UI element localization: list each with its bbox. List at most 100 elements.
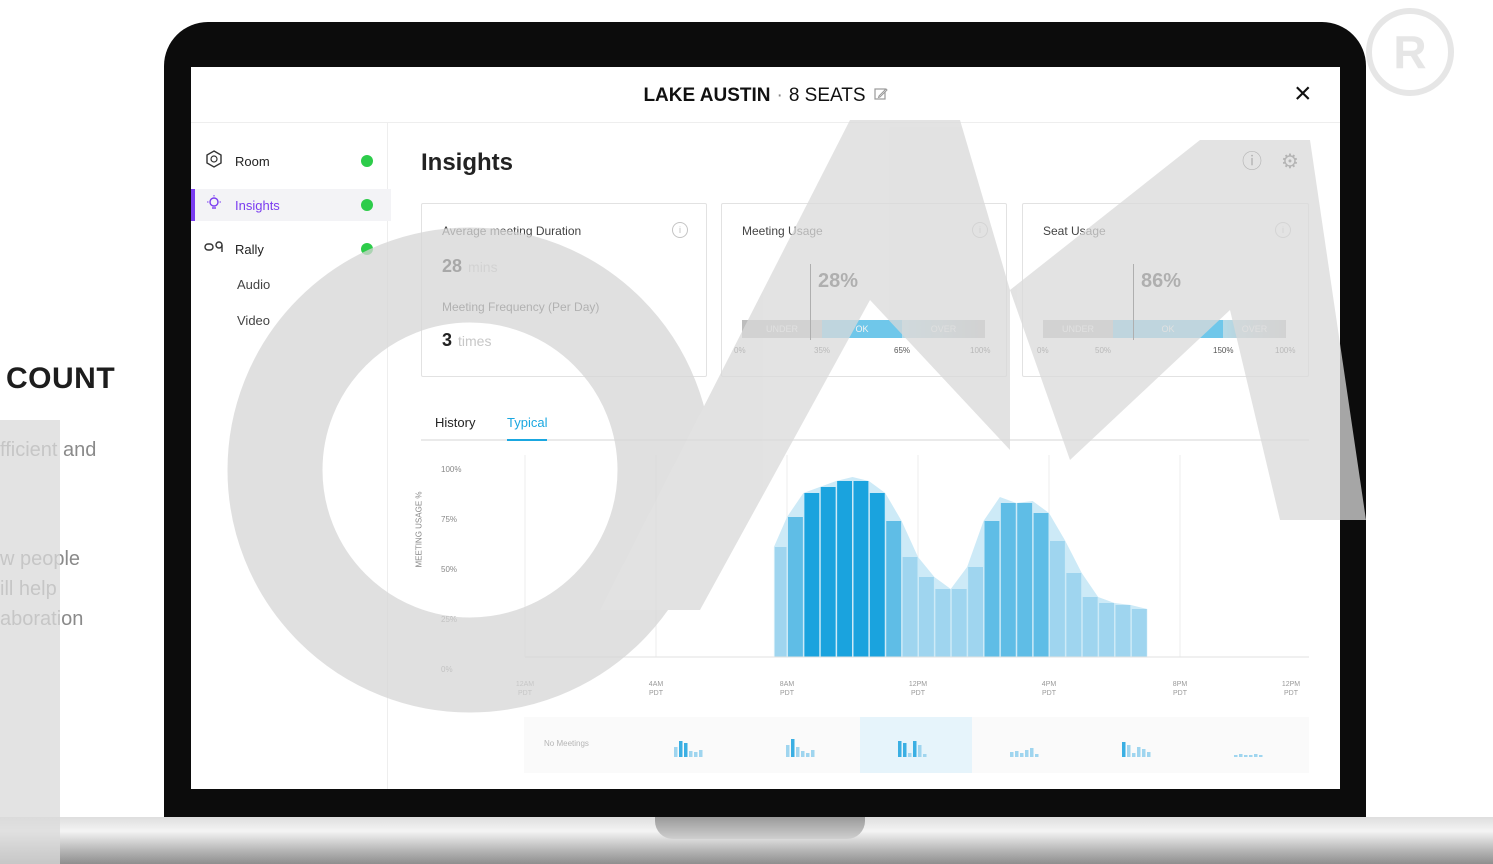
x-tick-label: 4AM PDT <box>648 681 664 697</box>
status-online-dot <box>361 155 373 167</box>
tab-history[interactable]: History <box>435 415 475 439</box>
rally-icon <box>203 240 225 259</box>
meeting-usage-value: 28% <box>818 270 859 292</box>
room-title: LAKE AUSTIN · 8 SEATS <box>191 85 1340 107</box>
usage-bar[interactable] <box>951 589 967 657</box>
sparkline-bar <box>786 745 790 757</box>
day-strip: No Meetings <box>524 717 1309 773</box>
sidebar-subitem-video[interactable]: Video <box>237 313 270 328</box>
sparkline-bar <box>684 743 688 757</box>
registered-mark-icon: R <box>1366 8 1454 96</box>
seat-usage-value: 86% <box>1141 270 1182 292</box>
sidebar-item-insights[interactable]: Insights <box>191 189 391 221</box>
sidebar-item-rally[interactable]: Rally <box>191 233 387 265</box>
sparkline-bar <box>806 753 810 757</box>
bar-tick: 65% <box>894 346 911 355</box>
x-tick-label: 4PM PDT <box>1041 681 1057 697</box>
sparkline-bar <box>923 754 927 757</box>
bar-tick: 0% <box>734 346 746 355</box>
info-icon[interactable]: ⓘ <box>1241 151 1263 173</box>
sidebar-item-room[interactable]: Room <box>191 145 387 177</box>
title-separator: · <box>776 85 783 106</box>
sparkline-bar <box>903 743 907 757</box>
sparkline-bar <box>918 745 922 757</box>
usage-bar[interactable] <box>869 493 885 657</box>
section-paragraph-2: w people ill help aboration <box>0 544 83 634</box>
usage-bar[interactable] <box>1050 541 1065 657</box>
gear-icon[interactable]: ⚙ <box>1279 151 1301 173</box>
usage-bar[interactable] <box>837 481 852 657</box>
x-tick-label: 12PM PDT <box>908 681 928 697</box>
usage-bar[interactable] <box>1017 503 1033 657</box>
view-tabs: History Typical <box>421 415 1309 441</box>
info-icon[interactable]: i <box>672 222 688 238</box>
sparkline-bar <box>1010 752 1014 757</box>
usage-bar[interactable] <box>1000 503 1016 657</box>
sparkline-bar <box>1254 754 1258 757</box>
sidebar-item-label: Insights <box>235 197 280 213</box>
info-icon[interactable]: i <box>972 222 988 238</box>
usage-segment-ok: OK <box>1113 320 1223 338</box>
x-tick-label: 12AM PDT <box>515 681 535 697</box>
sparkline-bar <box>913 741 917 757</box>
frequency-label: Meeting Frequency (Per Day) <box>442 300 600 314</box>
sparkline-bar <box>801 751 805 757</box>
card-label: Average meeting Duration <box>442 224 582 238</box>
usage-bar: UNDER OK OVER <box>1043 320 1286 338</box>
info-icon[interactable]: i <box>1275 222 1291 238</box>
usage-bar[interactable] <box>1099 603 1114 657</box>
usage-bar[interactable] <box>1131 609 1147 657</box>
usage-bar[interactable] <box>968 567 983 657</box>
x-tick-label: 12PM PDT <box>1281 681 1301 697</box>
app-screen: LAKE AUSTIN · 8 SEATS × Room Insights Rall… <box>191 67 1340 789</box>
usage-bar[interactable] <box>902 557 918 657</box>
sparkline-bar <box>694 752 698 757</box>
sparkline-bar <box>1142 749 1146 757</box>
room-name: LAKE AUSTIN <box>643 85 771 106</box>
bar-tick: 50% <box>1095 346 1112 355</box>
status-online-dot <box>361 243 373 255</box>
usage-bar[interactable] <box>1033 513 1049 657</box>
sparkline-bar <box>1137 747 1141 757</box>
usage-bar[interactable] <box>1115 605 1131 657</box>
usage-bar[interactable] <box>1082 597 1098 657</box>
sidebar-subitem-audio[interactable]: Audio <box>237 277 270 292</box>
usage-bar[interactable] <box>919 577 934 657</box>
sparkline-bar <box>1030 748 1034 757</box>
page-title: Insights <box>421 149 514 176</box>
usage-bar[interactable] <box>935 589 951 657</box>
tab-typical[interactable]: Typical <box>507 415 548 441</box>
usage-segment-over: OVER <box>1223 320 1286 338</box>
sparkline-bar <box>1239 754 1243 757</box>
card-label: Meeting Usage <box>742 224 823 238</box>
close-icon[interactable]: × <box>1294 77 1312 111</box>
sparkline-bar <box>811 750 815 757</box>
seat-usage-card: Seat Usage i 86% UNDER OK OVER 0% 50% 15… <box>1022 203 1309 377</box>
bar-tick: 35% <box>814 346 831 355</box>
paragraph-line: aboration <box>0 608 84 630</box>
usage-segment-under: UNDER <box>1043 320 1113 338</box>
section-paragraph-1: fficient and <box>0 439 97 461</box>
sparkline-bar <box>674 747 678 757</box>
paragraph-line: w people <box>0 548 81 570</box>
laptop-notch <box>655 817 865 839</box>
edit-icon[interactable] <box>873 87 888 105</box>
usage-bar[interactable] <box>820 487 836 657</box>
usage-bar[interactable] <box>774 547 787 657</box>
bar-tick: 100% <box>970 346 991 355</box>
usage-segment-over: OVER <box>902 320 985 338</box>
sparkline-bar <box>1249 755 1253 757</box>
usage-bar[interactable] <box>788 517 803 657</box>
frequency-value: 3 times <box>442 330 492 350</box>
usage-bar[interactable] <box>804 493 820 657</box>
sparkline-bar <box>1244 755 1248 757</box>
usage-bar[interactable] <box>886 521 902 657</box>
lightbulb-icon <box>203 194 225 217</box>
usage-bar[interactable] <box>984 521 1000 657</box>
usage-bar[interactable] <box>1066 573 1082 657</box>
sparkline-bar <box>1127 745 1131 757</box>
x-tick-label: 8AM PDT <box>779 681 795 697</box>
card-label: Seat Usage <box>1043 224 1106 238</box>
meeting-usage-card: Meeting Usage i 28% UNDER OK OVER 0% 35%… <box>721 203 1007 377</box>
usage-bar[interactable] <box>853 481 869 657</box>
